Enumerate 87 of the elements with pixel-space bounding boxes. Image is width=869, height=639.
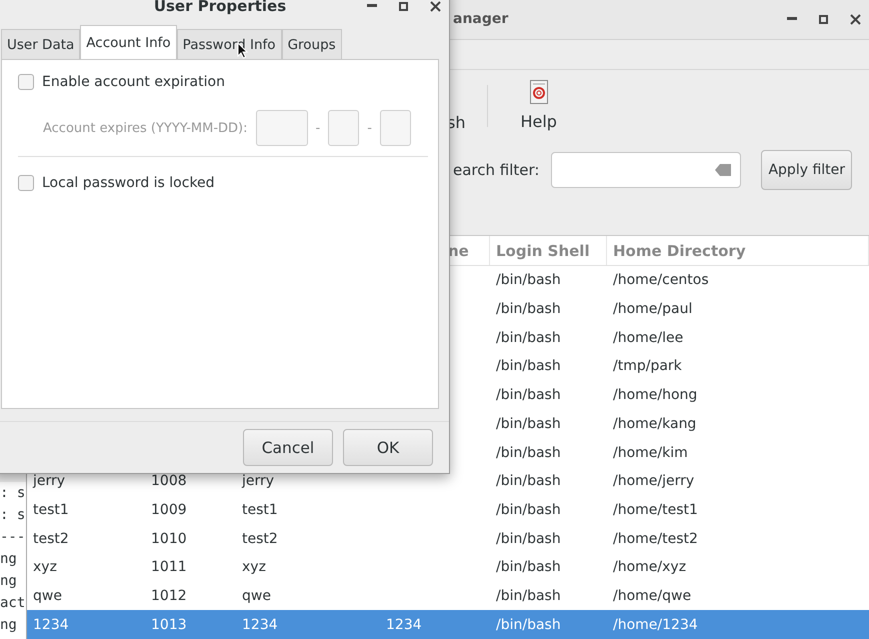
table-cell: xyz (242, 559, 266, 576)
table-cell: /home/kang (613, 416, 696, 432)
tab[interactable]: Password Info (176, 29, 282, 59)
table-cell: test1 (242, 502, 278, 518)
table-row[interactable]: xyz 1011 xyz /bin/bash /home/xyz (27, 552, 869, 582)
table-cell: 1234 (386, 616, 422, 633)
table-cell: /bin/bash (496, 473, 561, 490)
ok-button[interactable]: OK (343, 429, 433, 466)
table-row[interactable]: test2 1010 test2 /bin/bash /home/test2 (27, 524, 869, 553)
tab[interactable]: Groups (282, 29, 342, 59)
table-cell: test2 (242, 530, 278, 547)
table-cell: test2 (33, 530, 69, 547)
terminal-line: : s (0, 506, 26, 525)
table-cell: 1010 (151, 530, 187, 547)
checkbox[interactable] (18, 74, 34, 90)
table-cell: /home/test2 (613, 530, 698, 547)
close-icon[interactable] (850, 14, 861, 25)
terminal-line: ng (0, 550, 18, 569)
table-cell: /home/lee (613, 330, 684, 346)
table-cell: qwe (33, 588, 62, 604)
apply-filter-button[interactable]: Apply filter (761, 150, 852, 190)
table-cell: /bin/bash (496, 387, 561, 404)
terminal-line: : s (0, 484, 26, 503)
checkbox-label: Local password is locked (42, 175, 215, 191)
table-cell: 1234 (33, 616, 69, 633)
help-icon (530, 80, 548, 104)
table-cell: jerry (242, 473, 274, 490)
checkbox[interactable] (18, 175, 34, 191)
table-cell: /bin/bash (496, 559, 561, 576)
minimize-icon[interactable] (367, 4, 377, 8)
maximize-icon[interactable] (399, 2, 408, 10)
help-button[interactable]: Help (514, 80, 563, 132)
table-cell: /home/kim (613, 444, 688, 461)
table-cell: /home/test1 (613, 502, 698, 518)
table-cell: /bin/bash (496, 502, 561, 518)
expires-label: Account expires (YYYY-MM-DD): (43, 120, 248, 136)
tab[interactable]: User Data (1, 29, 80, 59)
clear-icon[interactable] (714, 163, 732, 178)
table-cell: 1009 (151, 502, 187, 518)
table-cell: /bin/bash (496, 330, 561, 346)
close-icon[interactable] (430, 0, 441, 12)
table-cell: /home/qwe (613, 588, 692, 604)
table-cell: 1234 (242, 616, 278, 633)
table-cell: jerry (33, 473, 66, 490)
table-cell: test1 (33, 502, 69, 518)
table-cell: /bin/bash (496, 358, 561, 374)
terminal-line: act (0, 594, 26, 613)
table-cell: 1011 (151, 559, 187, 576)
maximize-icon[interactable] (819, 14, 828, 24)
terminal-line: ng (0, 572, 18, 591)
table-cell: /home/1234 (613, 616, 698, 633)
table-cell: /tmp/park (613, 358, 682, 374)
cancel-button[interactable]: Cancel (243, 429, 333, 466)
table-cell: /bin/bash (496, 444, 561, 461)
month-field[interactable] (328, 110, 360, 146)
minimize-icon[interactable] (787, 17, 797, 22)
year-field[interactable] (256, 110, 308, 146)
table-cell: /home/paul (613, 301, 692, 318)
window-title: anager (453, 11, 510, 28)
table-cell: 1012 (151, 588, 187, 604)
table-cell: /home/jerry (613, 473, 694, 490)
table-cell: /bin/bash (496, 272, 561, 288)
table-cell: /bin/bash (496, 616, 561, 633)
table-cell: xyz (33, 559, 57, 576)
date-separator: - (367, 120, 372, 136)
table-cell: /bin/bash (496, 588, 561, 604)
table-cell: qwe (242, 588, 271, 604)
table-row[interactable]: qwe 1012 qwe /bin/bash /home/qwe (27, 582, 869, 610)
checkbox-label: Enable account expiration (42, 74, 225, 90)
search-field[interactable] (551, 152, 742, 188)
date-separator: - (316, 120, 320, 136)
table-cell: /home/centos (613, 272, 709, 288)
table-cell: 1013 (151, 616, 187, 633)
table-cell: /bin/bash (496, 530, 561, 547)
terminal-line: ng (0, 616, 18, 635)
table-cell: /home/xyz (613, 559, 686, 576)
table-cell: /home/hong (613, 387, 698, 404)
table-cell: /bin/bash (496, 301, 561, 318)
search-filter-label: earch filter: (453, 161, 540, 180)
tab[interactable]: Account Info (80, 25, 177, 59)
terminal-line: --- (0, 528, 26, 547)
table-row[interactable]: test1 1009 test1 /bin/bash /home/test1 (27, 496, 869, 524)
table-cell: /bin/bash (496, 416, 561, 432)
day-field[interactable] (380, 110, 411, 146)
table-cell: 1008 (151, 473, 187, 490)
column-header[interactable]: Home Directory (607, 236, 869, 266)
column-header[interactable]: Login Shell (490, 236, 607, 266)
